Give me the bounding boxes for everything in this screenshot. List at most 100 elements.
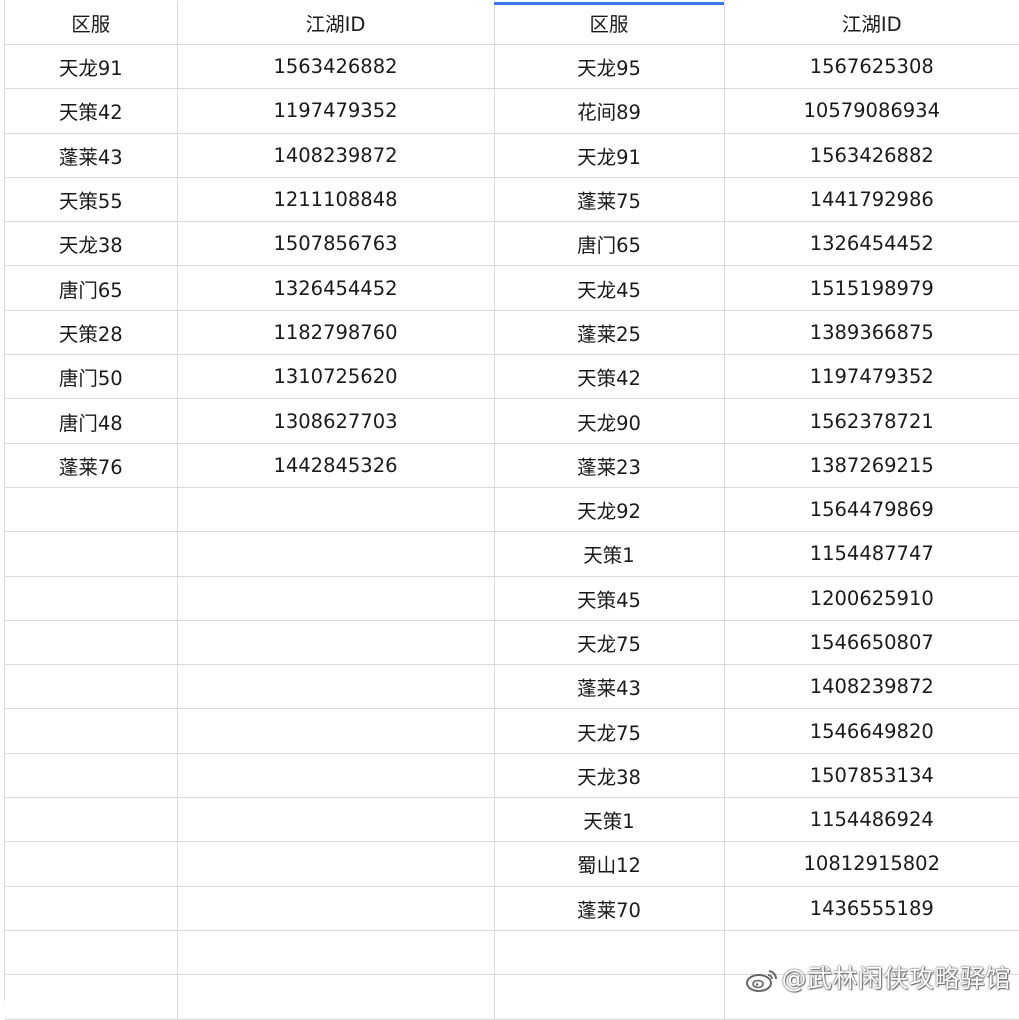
column-header-server-2[interactable]: 区服 (494, 1, 725, 45)
cell-server[interactable]: 唐门50 (5, 354, 178, 400)
cell-jianghu-id[interactable]: 1182798760 (177, 310, 495, 356)
cell-server-2[interactable]: 天龙45 (494, 265, 725, 311)
cell-server[interactable] (5, 974, 178, 1020)
cell-jianghu-id-2[interactable]: 1154486924 (724, 797, 1019, 843)
cell-server[interactable] (5, 708, 178, 754)
cell-server-2[interactable]: 蜀山12 (494, 841, 725, 887)
cell-jianghu-id[interactable]: 1310725620 (177, 354, 495, 400)
cell-server-2[interactable]: 天策45 (494, 576, 725, 621)
cell-jianghu-id[interactable] (177, 797, 495, 843)
cell-server[interactable] (5, 930, 178, 976)
cell-server[interactable] (5, 620, 178, 666)
cell-server[interactable] (5, 841, 178, 887)
table-row: 天策1 1154487747 (5, 531, 1019, 577)
cell-server-2[interactable]: 蓬莱23 (494, 443, 725, 488)
cell-jianghu-id-2[interactable]: 1200625910 (724, 576, 1019, 621)
cell-jianghu-id[interactable] (177, 841, 495, 887)
cell-server-2[interactable]: 蓬莱43 (494, 664, 725, 710)
cell-jianghu-id-2[interactable]: 1563426882 (724, 133, 1019, 178)
cell-jianghu-id[interactable]: 1308627703 (177, 398, 495, 444)
cell-server-2[interactable]: 天龙91 (494, 133, 725, 178)
cell-jianghu-id-2[interactable]: 1387269215 (724, 443, 1019, 488)
cell-jianghu-id-2[interactable]: 1515198979 (724, 265, 1019, 311)
cell-jianghu-id-2[interactable]: 1389366875 (724, 310, 1019, 356)
cell-server[interactable]: 天策42 (5, 88, 178, 134)
table-row: 蓬莱43 1408239872 天龙91 1563426882 (5, 133, 1019, 178)
cell-jianghu-id[interactable]: 1197479352 (177, 88, 495, 134)
cell-jianghu-id-2[interactable]: 1562378721 (724, 398, 1019, 444)
selected-cell-indicator (494, 2, 724, 5)
cell-jianghu-id[interactable] (177, 664, 495, 710)
cell-jianghu-id[interactable] (177, 974, 495, 1020)
cell-jianghu-id[interactable]: 1442845326 (177, 443, 495, 488)
cell-jianghu-id-2[interactable]: 10579086934 (724, 88, 1019, 134)
cell-server[interactable] (5, 576, 178, 621)
cell-jianghu-id-2[interactable]: 1567625308 (724, 44, 1019, 90)
cell-jianghu-id-2[interactable]: 1507853134 (724, 753, 1019, 799)
cell-server[interactable]: 天龙38 (5, 221, 178, 267)
cell-server[interactable] (5, 664, 178, 710)
cell-jianghu-id[interactable]: 1507856763 (177, 221, 495, 267)
header-row: 区服 江湖ID 区服 江湖ID (5, 1, 1019, 45)
cell-server-2[interactable]: 天策1 (494, 531, 725, 577)
cell-server-2[interactable]: 天龙75 (494, 620, 725, 666)
cell-server-2[interactable]: 天策42 (494, 354, 725, 400)
table-row: 天策1 1154486924 (5, 797, 1019, 843)
cell-server[interactable]: 蓬莱76 (5, 443, 178, 488)
cell-jianghu-id-2[interactable]: 1564479869 (724, 487, 1019, 533)
cell-server-2[interactable]: 天龙95 (494, 44, 725, 90)
table-row: 蓬莱43 1408239872 (5, 664, 1019, 710)
cell-jianghu-id[interactable]: 1211108848 (177, 177, 495, 223)
cell-jianghu-id-2[interactable]: 1326454452 (724, 221, 1019, 267)
cell-jianghu-id-2[interactable]: 1197479352 (724, 354, 1019, 400)
cell-server[interactable] (5, 753, 178, 799)
cell-jianghu-id-2[interactable]: 1154487747 (724, 531, 1019, 577)
cell-jianghu-id-2[interactable]: 1408239872 (724, 664, 1019, 710)
table-row: 蜀山12 10812915802 (5, 841, 1019, 887)
cell-server-2[interactable]: 天策1 (494, 797, 725, 843)
cell-server-2[interactable]: 天龙75 (494, 708, 725, 754)
cell-server-2[interactable]: 蓬莱70 (494, 886, 725, 931)
cell-jianghu-id[interactable]: 1408239872 (177, 133, 495, 178)
column-header-server[interactable]: 区服 (5, 1, 178, 45)
cell-jianghu-id[interactable] (177, 620, 495, 666)
cell-jianghu-id[interactable] (177, 708, 495, 754)
cell-jianghu-id[interactable] (177, 886, 495, 931)
cell-server[interactable]: 唐门48 (5, 398, 178, 444)
column-header-jianghu-id[interactable]: 江湖ID (177, 1, 495, 45)
column-header-jianghu-id-2[interactable]: 江湖ID (724, 1, 1019, 45)
cell-server[interactable]: 天策55 (5, 177, 178, 223)
cell-server[interactable] (5, 531, 178, 577)
cell-server-2[interactable]: 天龙90 (494, 398, 725, 444)
cell-server-2[interactable]: 蓬莱75 (494, 177, 725, 223)
cell-server[interactable] (5, 886, 178, 931)
cell-server[interactable] (5, 797, 178, 843)
cell-jianghu-id[interactable]: 1563426882 (177, 44, 495, 90)
cell-server-2[interactable]: 唐门65 (494, 221, 725, 267)
table-row: 天龙75 1546649820 (5, 708, 1019, 754)
cell-server[interactable]: 唐门65 (5, 265, 178, 311)
cell-jianghu-id-2[interactable]: 1436555189 (724, 886, 1019, 931)
cell-server-2[interactable] (494, 974, 725, 1020)
cell-server-2[interactable]: 花间89 (494, 88, 725, 134)
cell-server-2[interactable]: 天龙92 (494, 487, 725, 533)
cell-server-2[interactable]: 蓬莱25 (494, 310, 725, 356)
cell-server[interactable]: 天龙91 (5, 44, 178, 90)
cell-jianghu-id[interactable] (177, 753, 495, 799)
cell-server-2[interactable] (494, 930, 725, 976)
cell-jianghu-id-2[interactable]: 1546649820 (724, 708, 1019, 754)
cell-jianghu-id[interactable] (177, 531, 495, 577)
table-row: 天龙91 1563426882 天龙95 1567625308 (5, 44, 1019, 90)
cell-jianghu-id[interactable] (177, 930, 495, 976)
cell-jianghu-id[interactable]: 1326454452 (177, 265, 495, 311)
cell-server[interactable] (5, 487, 178, 533)
cell-server-2[interactable]: 天龙38 (494, 753, 725, 799)
cell-server[interactable]: 蓬莱43 (5, 133, 178, 178)
table-row: 蓬莱76 1442845326 蓬莱23 1387269215 (5, 443, 1019, 488)
cell-jianghu-id[interactable] (177, 487, 495, 533)
cell-jianghu-id-2[interactable]: 1546650807 (724, 620, 1019, 666)
cell-jianghu-id-2[interactable]: 1441792986 (724, 177, 1019, 223)
cell-jianghu-id[interactable] (177, 576, 495, 621)
cell-jianghu-id-2[interactable]: 10812915802 (724, 841, 1019, 887)
cell-server[interactable]: 天策28 (5, 310, 178, 356)
